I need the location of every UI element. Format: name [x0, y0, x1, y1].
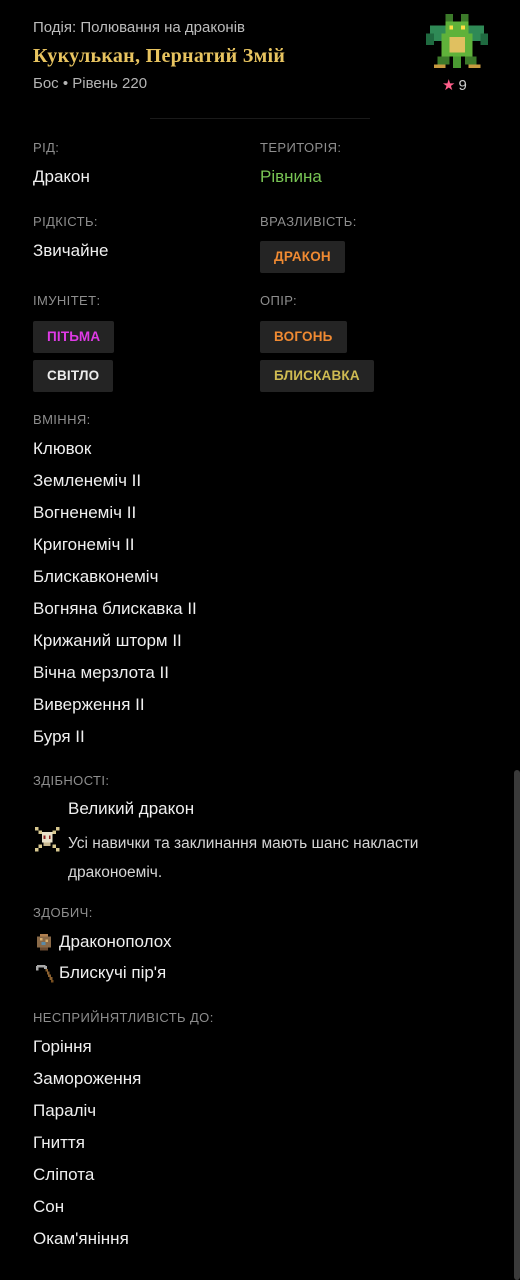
skill-item: Крижаний шторм II — [33, 631, 182, 650]
race-label: РІД: — [33, 140, 60, 155]
status-immunity-item: Сон — [33, 1197, 65, 1216]
boss-header: Подія: Полювання на драконів Кукулькан, … — [33, 18, 413, 92]
dragon-scale-icon — [37, 933, 51, 951]
immunity-badge-darkness: ПІТЬМА — [33, 321, 115, 353]
skill-item: Вогненеміч II — [33, 503, 137, 522]
loot-item[interactable]: Блискучі пір'я — [33, 961, 166, 985]
skill-item: Буря II — [33, 727, 85, 746]
star-count: 9 — [458, 77, 467, 94]
scrollbar[interactable] — [514, 770, 520, 1280]
header-divider — [150, 118, 370, 119]
loot-label: ЗДОБИЧ: — [33, 905, 93, 920]
star-rating: ★ 9 — [442, 76, 467, 94]
skill-item: Клювок — [33, 439, 92, 458]
weakness-label: ВРАЗЛИВІСТЬ: — [260, 214, 357, 229]
skill-item: Блискавконеміч — [33, 567, 159, 586]
status-immunity-item: Сліпота — [33, 1165, 95, 1184]
immunity-label: ІМУНІТЕТ: — [33, 293, 101, 308]
dragon-skull-crossbones-icon — [34, 826, 60, 852]
rarity-label: РІДКІСТЬ: — [33, 214, 98, 229]
loot-item-name: Драконополох — [59, 932, 172, 951]
event-name: Подія: Полювання на драконів — [33, 19, 246, 36]
skill-item: Виверження II — [33, 695, 145, 714]
status-immunities-list: Горіння Замороження Параліч Гниття Сліпо… — [33, 1031, 141, 1255]
skills-list: Клювок Земленеміч II Вогненеміч II Криго… — [33, 433, 197, 753]
loot-item-name: Блискучі пір'я — [59, 963, 167, 982]
resistance-badge-lightning: БЛИСКАВКА — [260, 360, 374, 392]
status-immunity-item: Горіння — [33, 1037, 92, 1056]
race-value: Дракон — [33, 167, 90, 186]
ability-description: Усі навички та заклинання мають шанс нак… — [68, 835, 419, 881]
immunity-badge-light: СВІТЛО — [33, 360, 114, 392]
resistance-badge-fire: ВОГОНЬ — [260, 321, 347, 353]
status-immunity-item: Параліч — [33, 1101, 97, 1120]
status-immunities-label: НЕСПРИЙНЯТЛИВІСТЬ ДО: — [33, 1010, 214, 1025]
weakness-badge: ДРАКОН — [260, 241, 345, 273]
abilities-label: ЗДІБНОСТІ: — [33, 773, 110, 788]
status-immunity-item: Замороження — [33, 1069, 142, 1088]
loot-item[interactable]: Драконополох — [33, 930, 172, 954]
territory-value: Рівнина — [260, 167, 322, 186]
skill-item: Вогняна блискавка II — [33, 599, 197, 618]
skill-item: Земленеміч II — [33, 471, 142, 490]
boss-meta: Бос • Рівень 220 — [33, 75, 148, 92]
status-immunity-item: Гниття — [33, 1133, 85, 1152]
boss-name: Кукулькан, Пернатий Змій — [33, 45, 286, 67]
green-dragon-icon — [426, 13, 488, 69]
status-immunity-item: Окам'яніння — [33, 1229, 129, 1248]
rarity-value: Звичайне — [33, 241, 109, 260]
skills-label: ВМІННЯ: — [33, 412, 91, 427]
pickaxe-icon — [35, 964, 54, 983]
territory-label: ТЕРИТОРІЯ: — [260, 140, 342, 155]
star-icon: ★ — [442, 77, 456, 94]
skill-item: Вічна мерзлота II — [33, 663, 169, 682]
resistance-label: ОПІР: — [260, 293, 298, 308]
skill-item: Кригонеміч II — [33, 535, 135, 554]
ability-title: Великий дракон — [68, 799, 195, 818]
